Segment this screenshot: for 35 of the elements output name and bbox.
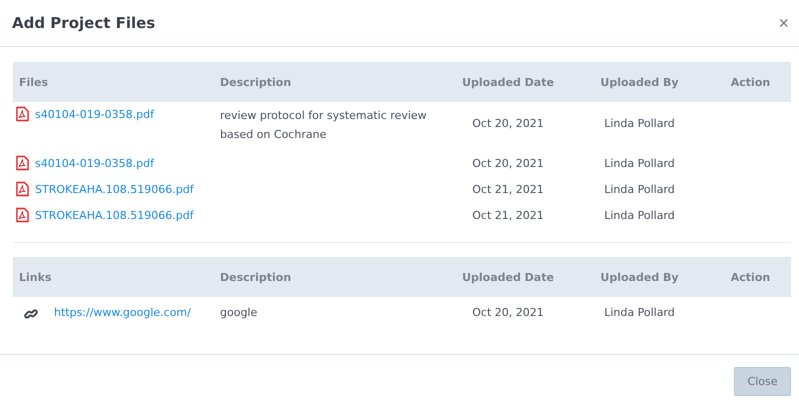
file-link[interactable]: s40104-019-0358.pdf — [35, 156, 154, 170]
close-button[interactable]: × — [774, 12, 793, 34]
table-cell-text: Oct 21, 2021 — [471, 182, 545, 196]
file-link[interactable]: s40104-019-0358.pdf — [35, 108, 154, 120]
pdf-file-icon — [16, 155, 29, 171]
url-link[interactable]: https://www.google.com/ — [54, 306, 191, 318]
column-header: Action — [730, 270, 772, 284]
dialog-title: Add Project Files — [12, 14, 156, 32]
close-button[interactable]: Close — [734, 366, 791, 396]
column-header: Uploaded By — [599, 270, 680, 284]
column-header: Uploaded Date — [461, 76, 555, 88]
table-cell-text: Linda Pollard — [603, 156, 676, 170]
column-header: Links — [18, 270, 52, 284]
file-link[interactable]: STROKEAHA.108.519066.pdf — [35, 208, 194, 222]
pdf-file-icon — [16, 207, 29, 223]
file-link[interactable]: STROKEAHA.108.519066.pdf — [35, 182, 194, 196]
table-cell-text: Linda Pollard — [603, 305, 676, 319]
pdf-file-icon — [16, 106, 29, 122]
pdf-file-icon — [16, 181, 29, 197]
table-cell-text: Oct 20, 2021 — [471, 156, 545, 170]
table-cell-text: Linda Pollard — [603, 116, 676, 130]
column-header: Files — [18, 76, 50, 88]
table-cell-text: review protocol for systematic review based on Cochrane — [219, 108, 428, 143]
table-cell-text: google — [219, 305, 258, 319]
table-cell-text: Linda Pollard — [603, 208, 676, 222]
table-cell-text: Oct 20, 2021 — [471, 305, 545, 319]
column-header: Description — [219, 76, 292, 88]
column-header: Uploaded By — [599, 76, 680, 88]
column-header: Uploaded Date — [461, 270, 555, 284]
link-icon — [24, 307, 38, 321]
table-cell-text: Oct 21, 2021 — [471, 208, 545, 222]
column-header: Action — [730, 76, 772, 88]
table-cell-text: Linda Pollard — [603, 182, 676, 196]
column-header: Description — [219, 270, 292, 284]
table-cell-text: Oct 20, 2021 — [471, 116, 545, 130]
